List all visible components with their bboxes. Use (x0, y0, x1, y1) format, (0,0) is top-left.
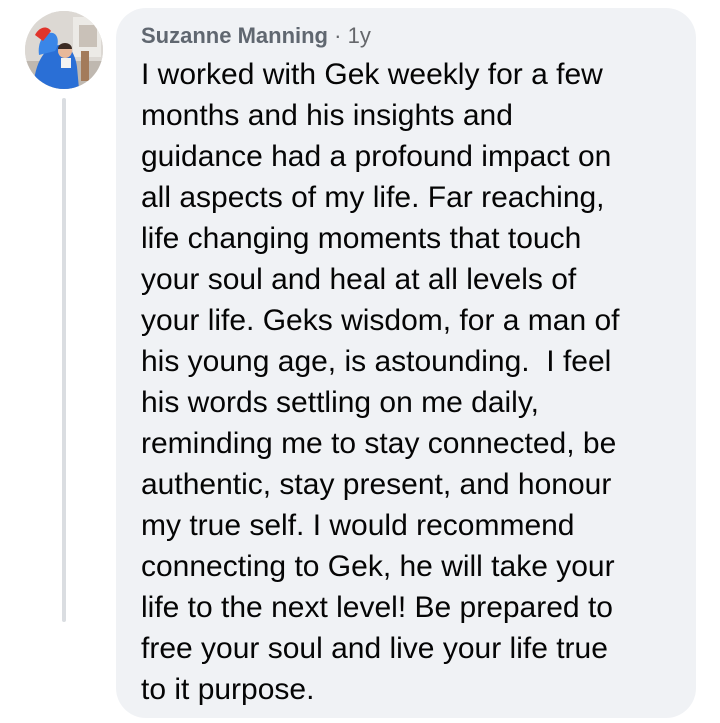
author-name[interactable]: Suzanne Manning (141, 23, 328, 48)
comment-bubble: Suzanne Manning · 1y I worked with Gek w… (116, 8, 696, 718)
thread-line (62, 98, 66, 622)
comment-thread: Suzanne Manning · 1y I worked with Gek w… (0, 0, 720, 723)
comment-header: Suzanne Manning · 1y (141, 23, 676, 49)
comment-text: I worked with Gek weekly for a few month… (141, 58, 620, 706)
avatar-photo (25, 11, 103, 89)
meta-separator: · (334, 23, 342, 48)
avatar[interactable] (25, 11, 103, 89)
comment-timestamp[interactable]: 1y (348, 23, 371, 48)
